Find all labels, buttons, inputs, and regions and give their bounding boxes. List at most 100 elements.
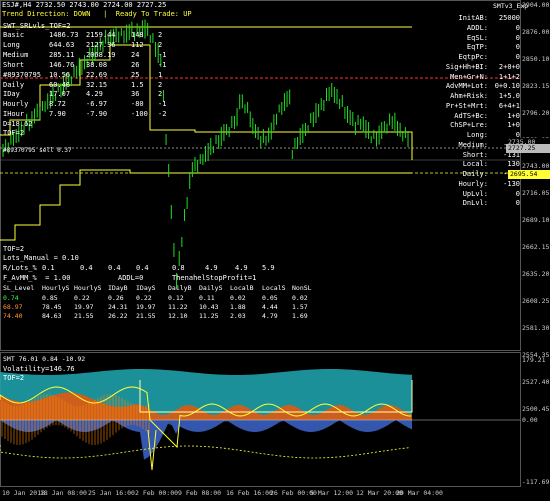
stats-title: SWT_SRLvls_TOF=2	[3, 22, 71, 30]
stats-cell: 2127.36	[86, 40, 116, 49]
stats-cell: -100	[131, 110, 148, 119]
info-label: Ahm+Risk:	[450, 92, 488, 100]
sl-cell: 0.02	[292, 294, 308, 302]
info-value: 0	[515, 189, 520, 198]
sl-cell: 0.11	[199, 294, 215, 302]
price-tick: 2689.10	[522, 216, 550, 225]
price-tick: 2850.10	[522, 54, 550, 63]
stats-cell: 112	[131, 40, 144, 49]
stats-d-line: D=18.62	[3, 120, 33, 128]
time-label: 20 Mar 04:00	[396, 489, 443, 497]
sl-cell: 21.55	[136, 312, 156, 320]
stats-cell: 1	[158, 70, 163, 79]
stats-tof: TOF=2	[3, 129, 25, 137]
sl-cell: 0.05	[262, 294, 278, 302]
info-value: 1+0	[507, 121, 520, 130]
time-label: 9 Feb 08:00	[178, 489, 222, 497]
info-value: 1+0	[507, 111, 520, 120]
ind-axis-bottom: -117.69	[522, 478, 550, 486]
stats-cell: 32.15	[86, 80, 108, 89]
info-value: 2+0+0	[498, 62, 520, 71]
sl-cell: 0.74	[3, 294, 19, 302]
stats-cell: 24	[131, 50, 140, 59]
price-tick: 2796.20	[522, 108, 550, 117]
info-label: Short:	[462, 150, 488, 159]
info-value: 1+1+2	[498, 72, 520, 81]
info-value: 6+4+1	[498, 101, 520, 110]
sl-cell: 74.40	[3, 312, 23, 320]
stats-cell: 2	[158, 80, 163, 89]
sl-cell: 21.55	[74, 312, 94, 320]
sl-header: HourlyS	[74, 284, 102, 292]
sl-cell: 0.12	[168, 294, 184, 302]
price-tick: 2823.15	[522, 81, 550, 90]
price-tick: 2716.05	[522, 189, 550, 198]
sl-cell: 11.25	[199, 312, 219, 320]
ind-axis-zero: 0.00	[522, 416, 538, 424]
time-label: 5 Mar 12:00	[310, 489, 354, 497]
info-label: UpLvl:	[462, 189, 488, 198]
info-label: InitAB:	[458, 14, 488, 22]
time-label: 25 Jan 16:00	[88, 489, 135, 497]
time-label: 10 Jan 2018	[2, 489, 46, 497]
info-label: Sig+Hh+BI:	[445, 62, 488, 71]
sl-header: DailyB	[168, 284, 192, 292]
info-label: AdTS+Bc:	[454, 111, 488, 120]
indicator-envelope	[0, 445, 411, 459]
stats-cell: 2	[158, 31, 163, 39]
stats-cell: IHour	[3, 110, 25, 119]
sl-cell: 68.97	[3, 303, 23, 311]
price-tick: 2662.15	[522, 243, 550, 252]
rlots-value: 4.9	[235, 264, 248, 272]
sl-cell: 1.69	[292, 312, 308, 320]
sl-cell: 4.79	[262, 312, 278, 320]
price-tick: 2635.20	[522, 270, 550, 278]
info-label: Long:	[466, 131, 488, 139]
stats-cell: IDay	[3, 90, 20, 99]
sl-cell: 19.97	[74, 303, 94, 311]
time-label: 18 Jan 08:00	[40, 489, 87, 497]
sl-cell: 0.85	[42, 294, 58, 302]
stats-cell: Basic	[3, 31, 25, 39]
sl-cell: 10.43	[199, 303, 219, 311]
info-label: Daily:	[462, 170, 488, 178]
price-tick: 2581.30	[522, 323, 550, 332]
stats-cell: Medium	[3, 50, 29, 59]
rlots-value: 0.4	[136, 264, 149, 272]
sl-header: IDayB	[108, 284, 128, 292]
info-label: Men+Gr+N:	[450, 72, 488, 81]
stats-cell: #89370795	[3, 70, 41, 79]
stats-cell: 22.69	[86, 70, 108, 79]
price-tick: 2527.40	[522, 377, 550, 386]
stats-cell: Hourly	[3, 100, 29, 109]
stats-cell: 4.29	[86, 90, 103, 99]
open-trade-label[interactable]: #89370795 sell 0.37	[3, 146, 72, 155]
stats-cell: 10.56	[49, 70, 71, 79]
sl-cell: 1.88	[230, 303, 246, 311]
sl-header: HourlyS	[42, 284, 70, 292]
mm-line: F_AvMM_% = 1.00	[3, 274, 71, 282]
info-label: ADDL:	[466, 23, 488, 32]
price-tick: 2876.00	[522, 27, 550, 36]
info-label: Hourly:	[458, 179, 488, 188]
rlots-label: R/Lots_%	[3, 264, 37, 272]
info-value: 1+5.0	[498, 92, 520, 100]
stats-cell: -1	[158, 100, 167, 109]
sl-cell: 78.45	[42, 303, 62, 311]
info-value: 0+0.10	[494, 82, 520, 91]
stats-cell: 1486.73	[49, 31, 79, 39]
stats-cell: -7.90	[86, 110, 108, 119]
sl-cell: 11.22	[168, 303, 188, 311]
stats-cell: -1	[158, 50, 167, 59]
indicator-title: SMT 76.01 0.84 -10.92	[3, 355, 86, 363]
stats-cell: Long	[3, 40, 20, 49]
stats-cell: 17.07	[49, 90, 71, 99]
stats-cell: 644.63	[49, 40, 75, 49]
sl-header: IDayS	[136, 284, 156, 292]
time-label: 16 Feb 16:00	[226, 489, 273, 497]
rlots-value: 0.4	[80, 264, 93, 272]
stats-cell: 36	[131, 90, 140, 99]
takeprofit-line: ThenahelStopProfit=1	[172, 274, 257, 282]
sl-cell: 0.26	[108, 294, 124, 302]
stats-cell: 25	[131, 70, 140, 79]
